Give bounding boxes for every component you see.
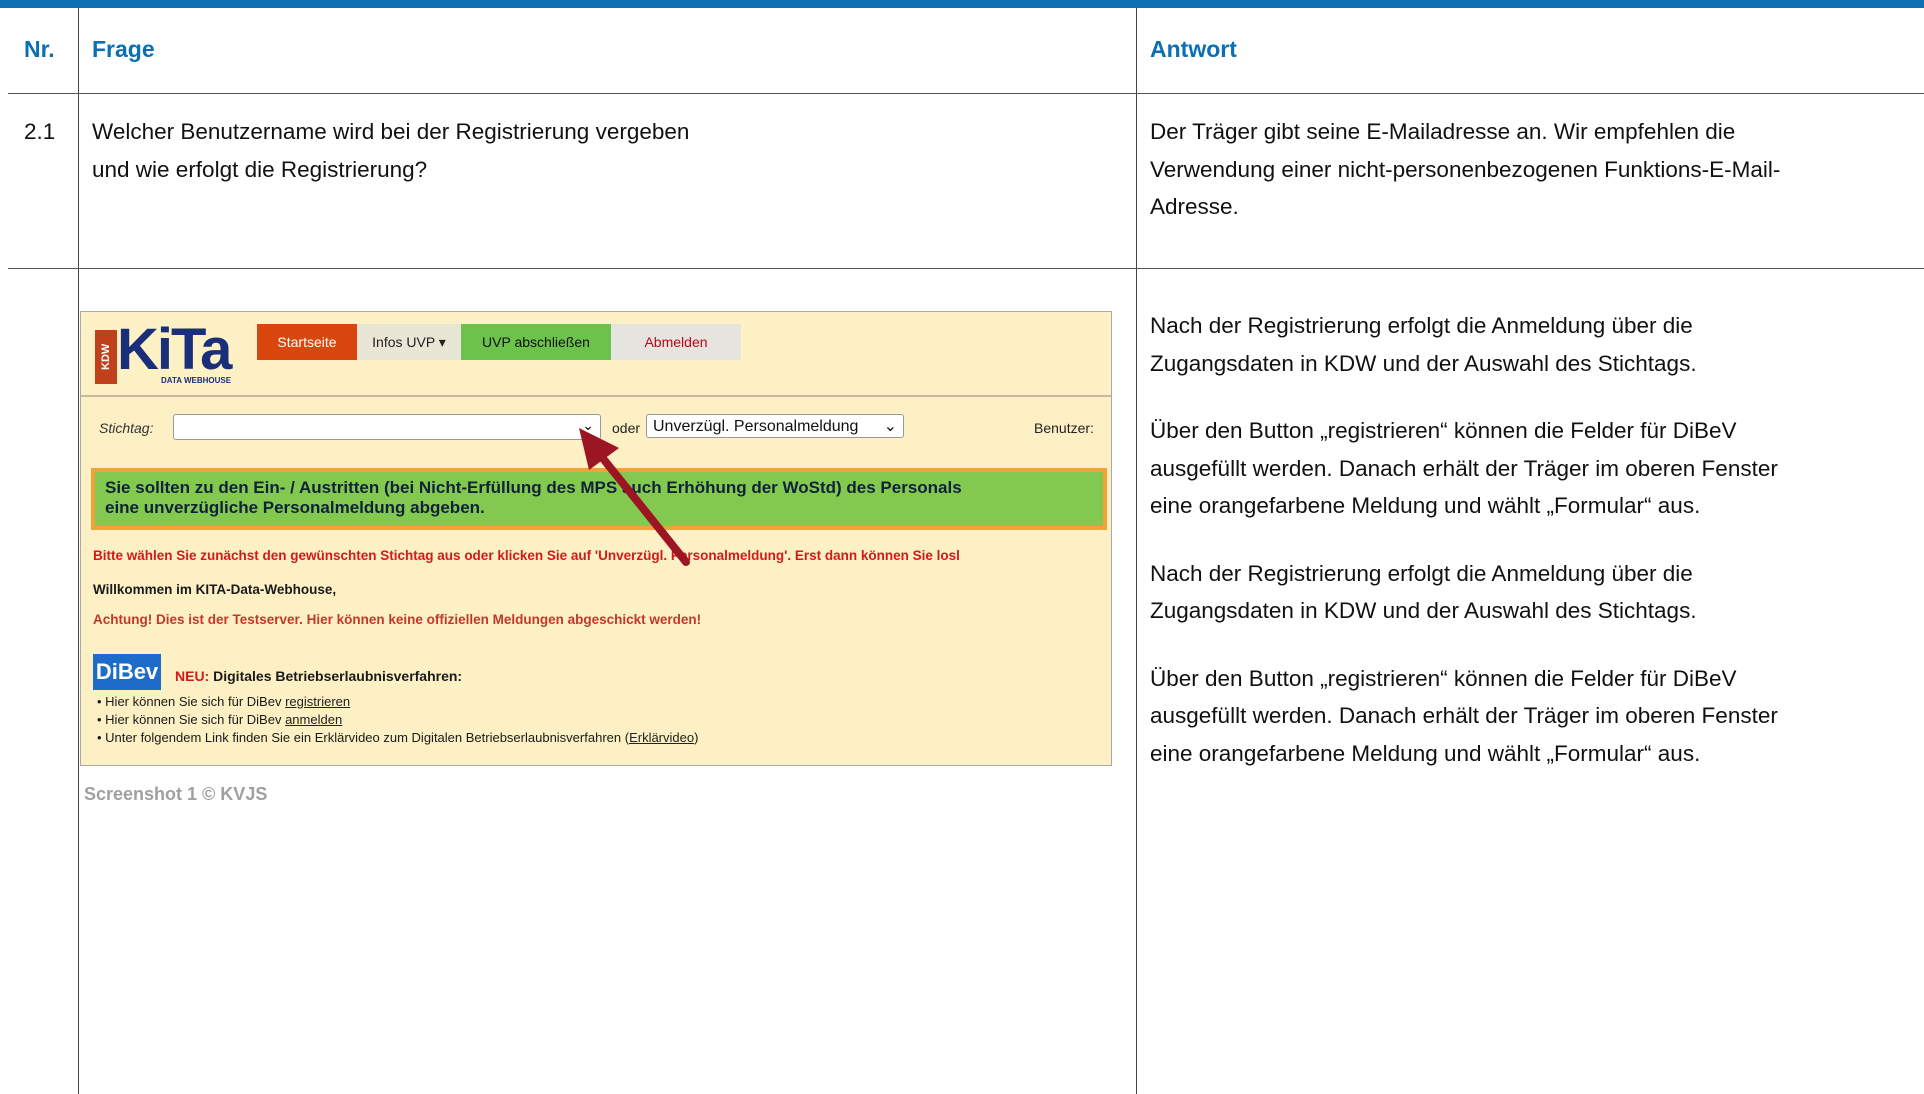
notice-line: eine unverzügliche Personalmeldung abgeb… — [105, 498, 485, 517]
column-divider-antwort — [1136, 8, 1137, 1094]
question-line: und wie erfolgt die Registrierung? — [92, 156, 428, 182]
benutzer-label: Benutzer: — [1034, 420, 1094, 436]
kita-header: KDW KiTa DATA WEBHOUSE Startseite Infos … — [81, 312, 1111, 397]
nav-abmelden[interactable]: Abmelden — [611, 324, 741, 360]
list-item: • Unter folgendem Link finden Sie ein Er… — [97, 730, 698, 745]
welcome-text: Willkommen im KITA-Data-Webhouse, — [93, 582, 337, 597]
kita-logo-subtitle: DATA WEBHOUSE — [161, 376, 232, 385]
answer-paragraph: Nach der Registrierung erfolgt die Anmel… — [1150, 307, 1920, 382]
answer-text-2: Nach der Registrierung erfolgt die Anmel… — [1150, 307, 1920, 772]
answer-line: Der Träger gibt seine E-Mailadresse an. … — [1150, 119, 1736, 144]
answer-paragraph: Über den Button „registrieren“ können di… — [1150, 412, 1920, 525]
chevron-down-icon: ⌄ — [582, 417, 594, 433]
answer-line: eine orangefarbene Meldung und wählt „Fo… — [1150, 740, 1701, 766]
dibev-heading: NEU: Digitales Betriebserlaubnisverfahre… — [175, 668, 462, 684]
notice-line: Sie sollten zu den Ein- / Austritten (be… — [105, 478, 962, 497]
list-item-text: • Hier können Sie sich für DiBev — [97, 712, 286, 727]
answer-line: Zugangsdaten in KDW und der Auswahl des … — [1150, 350, 1697, 376]
filter-row: Stichtag: ⌄ oder Unverzügl. Personalmeld… — [81, 398, 1111, 458]
registrieren-link[interactable]: registrieren — [285, 694, 350, 709]
personalmeldung-select-value: Unverzügl. Personalmeldung — [653, 418, 859, 435]
answer-line: ausgefüllt werden. Danach erhält der Trä… — [1150, 703, 1778, 728]
answer-line: eine orangefarbene Meldung und wählt „Fo… — [1150, 493, 1701, 518]
header-frage: Frage — [92, 36, 155, 62]
row-1-divider — [8, 268, 1924, 269]
answer-line: Zugangsdaten in KDW und der Auswahl des … — [1150, 598, 1697, 623]
nav-startseite[interactable]: Startseite — [257, 324, 357, 360]
answer-line: Über den Button „registrieren“ können di… — [1150, 665, 1737, 691]
answer-line: Nach der Registrierung erfolgt die Anmel… — [1150, 560, 1693, 586]
column-divider-nr — [78, 8, 79, 1094]
erklaervideo-link[interactable]: Erklärvideo — [629, 730, 694, 745]
list-item: • Hier können Sie sich für DiBev registr… — [97, 694, 350, 709]
answer-paragraph: Über den Button „registrieren“ können di… — [1150, 660, 1920, 773]
oder-label: oder — [612, 420, 641, 436]
stichtag-select[interactable]: ⌄ — [173, 414, 601, 440]
list-item-text: • Unter folgendem Link finden Sie ein Er… — [97, 730, 630, 745]
instruction-text: Bitte wählen Sie zunächst den gewünschte… — [93, 548, 960, 563]
list-item: • Hier können Sie sich für DiBev anmelde… — [97, 712, 342, 727]
answer-text: Der Träger gibt seine E-Mailadresse an. … — [1150, 113, 1920, 226]
answer-line: Verwendung einer nicht-personenbezogenen… — [1150, 156, 1781, 182]
answer-line: Über den Button „registrieren“ können di… — [1150, 418, 1737, 443]
nav-uvp-abschliessen[interactable]: UVP abschließen — [461, 324, 611, 360]
stichtag-label: Stichtag: — [99, 420, 154, 436]
row-number: 2.1 — [24, 119, 56, 144]
question-line: Welcher Benutzername wird bei der Regist… — [92, 119, 690, 144]
question-text: Welcher Benutzername wird bei der Regist… — [92, 113, 1122, 188]
header-row-divider — [8, 93, 1924, 94]
testserver-warning: Achtung! Dies ist der Testserver. Hier k… — [93, 612, 702, 627]
anmelden-link[interactable]: anmelden — [285, 712, 342, 727]
answer-line: Adresse. — [1150, 194, 1239, 219]
dibev-logo: DiBev — [93, 654, 161, 690]
header-antwort: Antwort — [1150, 36, 1237, 62]
list-item-tail: ) — [694, 730, 699, 745]
neu-tag: NEU: — [175, 668, 210, 684]
header-nr: Nr. — [24, 36, 55, 62]
dibev-heading-text: Digitales Betriebserlaubnisverfahren: — [209, 668, 463, 684]
chevron-down-icon: ⌄ — [883, 418, 897, 435]
list-item-text: • Hier können Sie sich für DiBev — [97, 694, 286, 709]
embedded-screenshot: KDW KiTa DATA WEBHOUSE Startseite Infos … — [80, 311, 1112, 766]
kdw-logo-mark: KDW — [95, 330, 117, 384]
kita-logo: KiTa — [117, 317, 232, 382]
answer-paragraph: Nach der Registrierung erfolgt die Anmel… — [1150, 555, 1920, 630]
screenshot-caption: Screenshot 1 © KVJS — [84, 784, 268, 804]
personalmeldung-notice: Sie sollten zu den Ein- / Austritten (be… — [91, 468, 1107, 530]
personalmeldung-select[interactable]: Unverzügl. Personalmeldung ⌄ — [646, 414, 904, 438]
top-accent-bar — [0, 0, 1924, 8]
nav-infos-uvp[interactable]: Infos UVP ▾ — [357, 324, 461, 360]
answer-line: Nach der Registrierung erfolgt die Anmel… — [1150, 313, 1693, 338]
answer-line: ausgefüllt werden. Danach erhält der Trä… — [1150, 455, 1778, 481]
